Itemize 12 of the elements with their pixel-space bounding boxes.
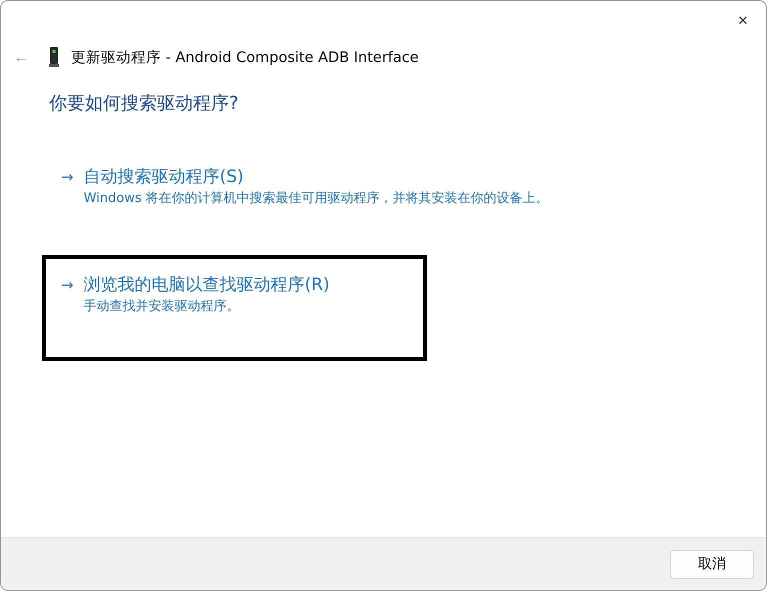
option-link[interactable]: 自动搜索驱动程序(S) [84, 165, 244, 189]
cancel-button[interactable]: 取消 [670, 550, 754, 578]
window-title: 更新驱动程序 - Android Composite ADB Interface [71, 48, 419, 66]
dialog-heading: 你要如何搜索驱动程序? [49, 92, 240, 115]
close-button[interactable]: ✕ [720, 1, 766, 39]
device-icon [49, 47, 59, 67]
arrow-icon: → [61, 273, 74, 317]
back-button[interactable]: ← [11, 48, 31, 66]
option-description: 手动查找并安装驱动程序。 [84, 298, 240, 316]
option-description: Windows 将在你的计算机中搜索最佳可用驱动程序，并将其安装在你的设备上。 [84, 190, 549, 208]
arrow-icon: → [61, 165, 74, 209]
option-link[interactable]: 浏览我的电脑以查找驱动程序(R) [84, 273, 330, 297]
